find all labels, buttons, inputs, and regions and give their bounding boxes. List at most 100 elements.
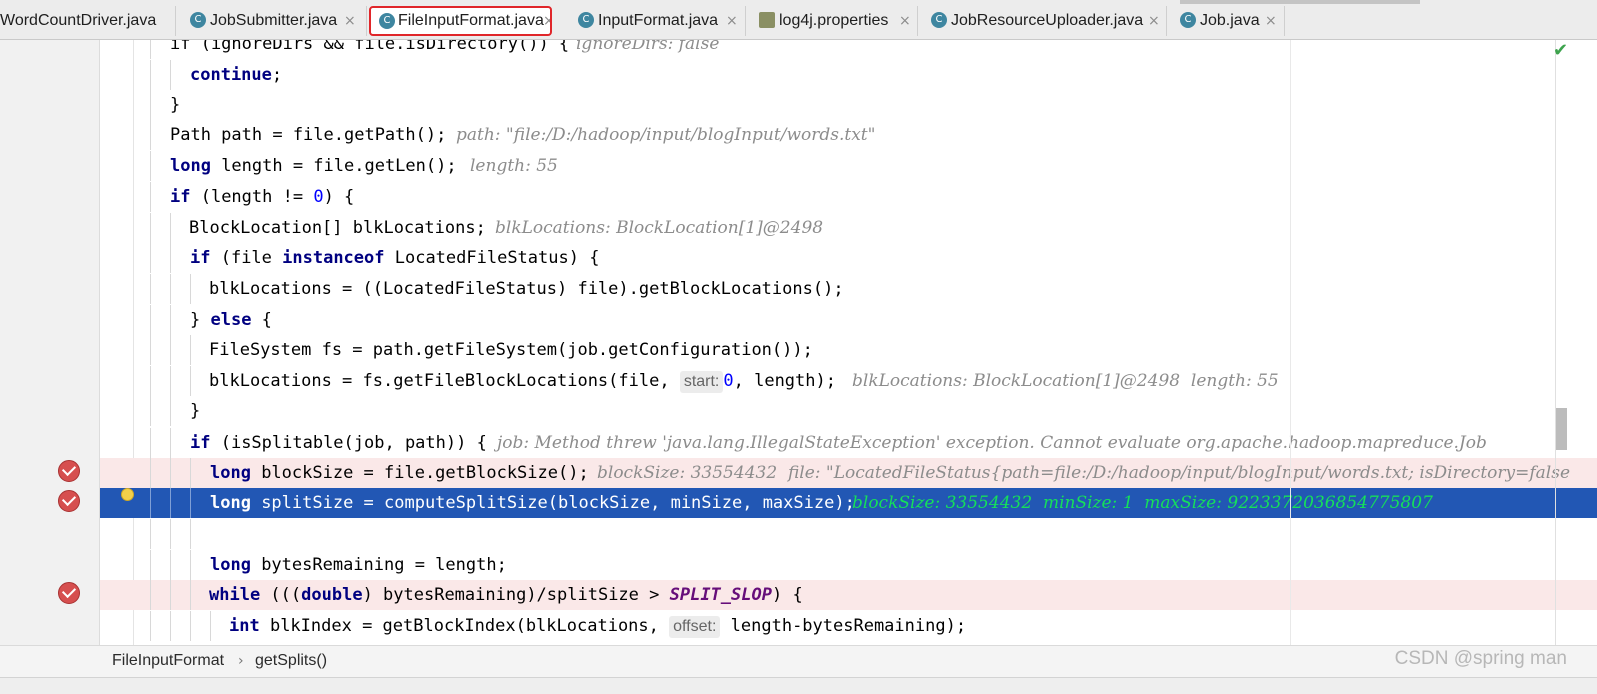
- code-text: (((: [260, 585, 302, 605]
- code-text: BlockLocation[] blkLocations;: [189, 218, 486, 238]
- java-class-icon: C: [379, 13, 395, 29]
- inline-value-hint: path: "file:/D:/hadoop/input/blogInput/w…: [456, 125, 876, 145]
- code-line-blank: [100, 519, 1597, 549]
- code-line: long length = file.getLen(); length: 55: [100, 151, 1597, 181]
- code-text: }: [170, 95, 181, 115]
- chevron-right-icon: ›: [238, 653, 244, 669]
- bottom-scroll-strip: [0, 677, 1597, 694]
- code-line: continue;: [100, 60, 1597, 90]
- inline-value-hint: blkLocations: BlockLocation[1]@2498 leng…: [852, 371, 1279, 391]
- code-text: (isSplitable(job, path)) {: [210, 433, 487, 453]
- tab-job[interactable]: C Job.java ×: [1168, 6, 1285, 36]
- right-margin-guide: [1290, 40, 1291, 645]
- java-class-icon: C: [931, 12, 947, 28]
- keyword: long: [170, 156, 211, 176]
- tab-wordcountdriver[interactable]: WordCountDriver.java: [0, 6, 176, 36]
- code-line: blkLocations = fs.getFileBlockLocations(…: [100, 366, 1597, 396]
- close-icon[interactable]: ×: [1265, 6, 1277, 36]
- keyword: double: [301, 585, 363, 605]
- properties-file-icon: [759, 12, 775, 28]
- code-text: if (ignoreDirs && file.isDirectory()) {: [170, 40, 570, 54]
- inline-value-hint: job: Method threw 'java.lang.IllegalStat…: [497, 433, 1487, 453]
- code-text: ) {: [323, 187, 355, 207]
- check-icon[interactable]: ✔: [1553, 40, 1568, 61]
- watermark: CSDN @spring man: [1394, 648, 1567, 669]
- code-text: Path path = file.getPath();: [170, 125, 447, 145]
- tab-label: JobResourceUploader.java: [951, 12, 1144, 29]
- breadcrumb-class[interactable]: FileInputFormat: [112, 646, 224, 676]
- keyword: long: [210, 493, 251, 513]
- code-text: length = file.getLen();: [210, 156, 457, 176]
- vertical-scrollbar[interactable]: [1556, 408, 1567, 450]
- editor-gutter[interactable]: [0, 40, 100, 645]
- tab-jobsubmitter[interactable]: C JobSubmitter.java ×: [180, 6, 367, 36]
- java-class-icon: C: [578, 12, 594, 28]
- tab-log4j-properties[interactable]: log4j.properties ×: [747, 6, 918, 36]
- keyword: while: [209, 585, 261, 605]
- keyword: continue: [190, 65, 272, 85]
- tab-label: JobSubmitter.java: [210, 12, 338, 29]
- code-text: blkLocations = ((LocatedFileStatus) file…: [209, 279, 844, 299]
- code-text: blkLocations = fs.getFileBlockLocations(…: [209, 371, 680, 391]
- code-line: Path path = file.getPath(); path: "file:…: [100, 120, 1597, 150]
- code-line: BlockLocation[] blkLocations; blkLocatio…: [100, 213, 1597, 243]
- code-text: ) {: [771, 585, 803, 605]
- number-literal: 0: [313, 187, 324, 207]
- code-line: if (file instanceof LocatedFileStatus) {: [100, 243, 1597, 273]
- code-text: {: [251, 310, 272, 330]
- breadcrumb: FileInputFormat › getSplits(): [0, 645, 1597, 677]
- close-icon[interactable]: ×: [899, 6, 911, 36]
- check-icon: [61, 461, 77, 477]
- tab-inputformat[interactable]: C InputFormat.java ×: [566, 6, 746, 36]
- parameter-hint: start:: [679, 371, 724, 393]
- constant: SPLIT_SLOP: [669, 585, 772, 605]
- breakpoint-icon[interactable]: [58, 582, 80, 604]
- lightbulb-icon[interactable]: [121, 488, 134, 501]
- keyword: int: [229, 616, 260, 636]
- code-line: int blkIndex = getBlockIndex(blkLocation…: [100, 611, 1597, 641]
- code-text: blockSize = file.getBlockSize();: [250, 463, 589, 483]
- code-text: , length);: [733, 371, 836, 391]
- close-icon[interactable]: ×: [543, 8, 550, 34]
- tab-label: Job.java: [1200, 12, 1260, 29]
- keyword: if: [190, 433, 211, 453]
- code-text: (file: [210, 248, 283, 268]
- code-text: splitSize = computeSplitSize(blockSize, …: [250, 493, 855, 513]
- code-text: }: [190, 310, 211, 330]
- close-icon[interactable]: ×: [1148, 6, 1160, 36]
- inline-value-hint: ignoreDirs: false: [576, 40, 720, 54]
- editor-tab-bar: WordCountDriver.java C JobSubmitter.java…: [0, 0, 1597, 40]
- tab-fileinputformat[interactable]: C FileInputFormat.java ×: [369, 6, 552, 36]
- keyword: else: [210, 310, 252, 330]
- close-icon[interactable]: ×: [726, 6, 738, 36]
- breakpoint-icon[interactable]: [58, 490, 80, 512]
- keyword: long: [210, 555, 251, 575]
- tab-label: log4j.properties: [779, 12, 889, 29]
- breakpoint-line: long blockSize = file.getBlockSize(); bl…: [100, 458, 1597, 488]
- code-text: bytesRemaining = length;: [250, 555, 507, 575]
- code-text: }: [190, 401, 201, 421]
- execution-line: long splitSize = computeSplitSize(blockS…: [100, 488, 1597, 518]
- code-text: ;: [271, 65, 283, 85]
- code-text: (length !=: [190, 187, 314, 207]
- code-line: if (length != 0) {: [100, 182, 1597, 212]
- code-line: if (ignoreDirs && file.isDirectory()) { …: [100, 40, 1597, 59]
- breakpoint-icon[interactable]: [58, 460, 80, 482]
- tab-scroll-strip: [1180, 0, 1420, 4]
- code-line: long bytesRemaining = length;: [100, 550, 1597, 580]
- java-class-icon: C: [1180, 12, 1196, 28]
- keyword: long: [210, 463, 251, 483]
- code-editor[interactable]: if (ignoreDirs && file.isDirectory()) { …: [100, 40, 1597, 645]
- code-line: } else {: [100, 305, 1597, 335]
- tab-jobresourceuploader[interactable]: C JobResourceUploader.java ×: [919, 6, 1167, 36]
- code-text: length-bytesRemaining);: [720, 616, 967, 636]
- inline-value-hint: blockSize: 33554432 minSize: 1 maxSize: …: [852, 493, 1433, 513]
- code-line: if (isSplitable(job, path)) { job: Metho…: [100, 428, 1597, 458]
- code-text: blkIndex = getBlockIndex(blkLocations,: [259, 616, 670, 636]
- check-icon: [61, 583, 77, 599]
- code-line: FileSystem fs = path.getFileSystem(job.g…: [100, 335, 1597, 365]
- error-stripe: [1555, 40, 1556, 645]
- close-icon[interactable]: ×: [344, 6, 356, 36]
- keyword: instanceof: [282, 248, 385, 268]
- breadcrumb-method[interactable]: getSplits(): [255, 646, 327, 676]
